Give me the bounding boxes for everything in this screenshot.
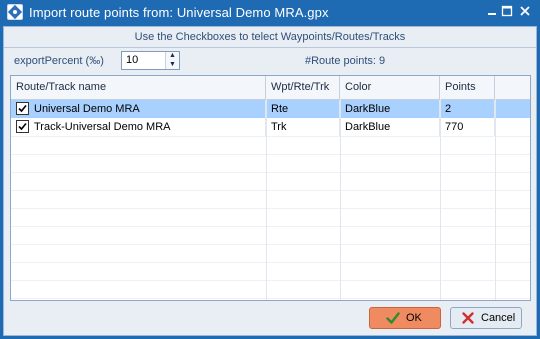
route-type-cell: Trk — [266, 118, 340, 136]
route-name: Universal Demo MRA — [34, 103, 140, 115]
route-name-cell: Universal Demo MRA — [11, 100, 266, 118]
grid-column-line — [440, 99, 441, 300]
grid-column-line — [340, 99, 341, 300]
ok-button[interactable]: OK — [369, 307, 441, 329]
export-percent-label: exportPercent (‰) — [14, 55, 104, 67]
grid-line — [11, 172, 530, 173]
column-header-type[interactable]: Wpt/Rte/Trk — [266, 76, 340, 99]
route-points-cell: 2 — [440, 100, 495, 118]
close-icon[interactable] — [518, 4, 532, 18]
route-color-cell: DarkBlue — [340, 100, 440, 118]
app-icon — [7, 4, 23, 20]
spin-up-icon[interactable]: ▲ — [166, 52, 179, 60]
title-bar[interactable]: Import route points from: Universal Demo… — [0, 0, 540, 26]
check-icon — [386, 312, 400, 324]
route-points-count: #Route points: 9 — [305, 55, 386, 67]
instructions-text: Use the Checkboxes to telect Waypoints/R… — [134, 31, 406, 43]
spin-down-icon[interactable]: ▼ — [166, 61, 179, 69]
window-title: Import route points from: Universal Demo… — [29, 5, 329, 20]
grid-line — [11, 262, 530, 263]
divider — [4, 47, 536, 48]
grid-line — [11, 298, 530, 299]
table-header: Route/Track name Wpt/Rte/Trk Color Point… — [11, 76, 530, 100]
export-percent-spinner[interactable]: 10 ▲ ▼ — [121, 51, 180, 70]
cancel-icon — [462, 312, 474, 324]
route-name: Track-Universal Demo MRA — [34, 121, 171, 133]
grid-line — [11, 154, 530, 155]
cancel-button[interactable]: Cancel — [450, 307, 522, 329]
column-header-name[interactable]: Route/Track name — [11, 76, 266, 99]
grid-line — [11, 226, 530, 227]
route-name-cell: Track-Universal Demo MRA — [11, 118, 266, 136]
route-points-cell: 770 — [440, 118, 495, 136]
maximize-icon[interactable] — [500, 4, 514, 18]
route-color-cell: DarkBlue — [340, 118, 440, 136]
ok-button-label: OK — [406, 312, 422, 324]
minimize-icon[interactable] — [485, 4, 499, 18]
route-type-cell: Rte — [266, 100, 340, 118]
route-checkbox[interactable] — [16, 101, 29, 115]
spinner-buttons: ▲ ▼ — [165, 52, 179, 69]
grid-line — [11, 280, 530, 281]
grid-line — [11, 136, 530, 137]
column-header-points[interactable]: Points — [440, 76, 495, 99]
table-row[interactable]: Universal Demo MRA Rte DarkBlue 2 — [11, 100, 530, 118]
routes-table[interactable]: Route/Track name Wpt/Rte/Trk Color Point… — [10, 75, 531, 301]
grid-line — [11, 208, 530, 209]
cancel-button-label: Cancel — [481, 312, 516, 324]
grid-column-line — [266, 99, 267, 300]
export-percent-value[interactable]: 10 — [126, 54, 138, 66]
grid-column-line — [495, 99, 496, 300]
grid-line — [11, 244, 530, 245]
import-dialog: Import route points from: Universal Demo… — [0, 0, 540, 339]
table-row[interactable]: Track-Universal Demo MRA Trk DarkBlue 77… — [11, 118, 530, 136]
grid-line — [11, 190, 530, 191]
column-header-color[interactable]: Color — [340, 76, 440, 99]
dialog-body: Use the Checkboxes to telect Waypoints/R… — [3, 26, 537, 336]
route-checkbox[interactable] — [16, 119, 29, 133]
